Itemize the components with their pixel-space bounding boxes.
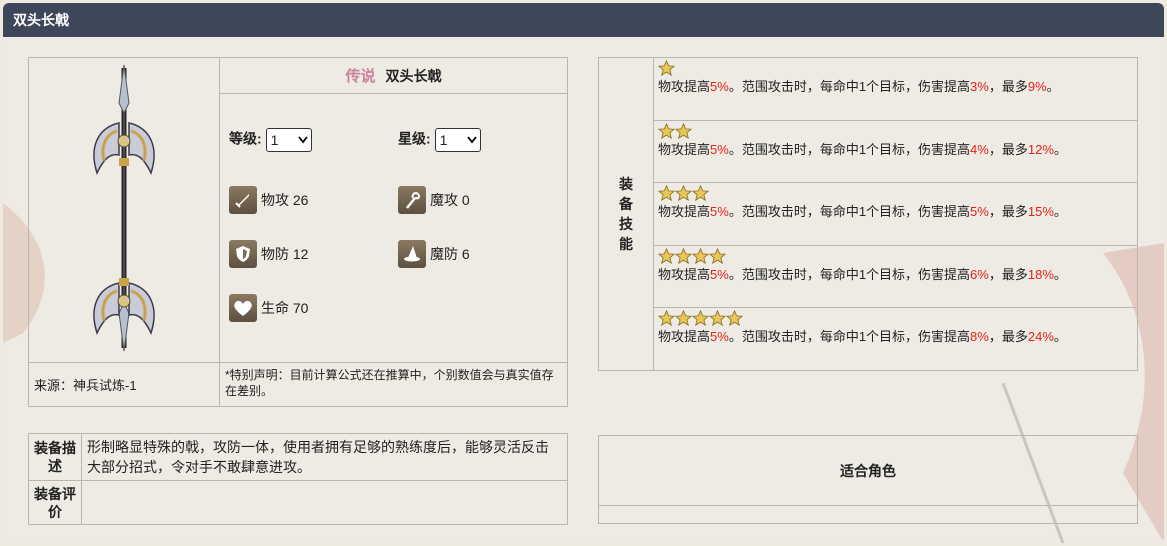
chevron-down-icon xyxy=(466,136,477,144)
skill-level-cell: 物攻提高5%。范围攻击时，每命中1个目标，伤害提高3%，最多9%。 xyxy=(653,57,1138,121)
window-title: 双头长戟 xyxy=(3,3,1164,37)
skill-level-cell: 物攻提高5%。范围攻击时，每命中1个目标，伤害提高5%，最多15%。 xyxy=(653,182,1138,246)
star-icon xyxy=(658,185,675,202)
skill-row: 物攻提高5%。范围攻击时，每命中1个目标，伤害提高8%，最多24%。 xyxy=(599,307,1138,371)
star-icon xyxy=(675,185,692,202)
level-value: 1 xyxy=(270,132,279,149)
skill-stars xyxy=(658,247,1133,266)
skill-row: 物攻提高5%。范围攻击时，每命中1个目标，伤害提高5%，最多15%。 xyxy=(599,182,1138,246)
star-icon xyxy=(675,122,692,139)
rarity-label: 传说 xyxy=(345,67,376,86)
skill-stars xyxy=(658,122,1133,141)
stat-magic-attack: 魔攻 0 xyxy=(398,186,470,215)
star-icon xyxy=(692,185,709,202)
page-frame: 双头长戟 传说 双头长戟 等级: 1 星级: 1 物攻 26 魔攻 0 物防 1… xyxy=(3,3,1164,543)
star-icon xyxy=(692,310,709,327)
skill-row: 物攻提高5%。范围攻击时，每命中1个目标，伤害提高4%，最多12%。 xyxy=(599,119,1138,184)
skill-header-char: 技 xyxy=(619,216,633,232)
skill-row: 物攻提高5%。范围攻击时，每命中1个目标，伤害提高6%，最多18%。 xyxy=(599,244,1138,309)
item-name-cell: 传说 双头长戟 xyxy=(219,56,568,95)
star-select[interactable]: 1 xyxy=(434,128,481,153)
note-line-2: 在差别。 xyxy=(225,383,274,398)
skill-text: 物攻提高5%。范围攻击时，每命中1个目标，伤害提高6%，最多18%。 xyxy=(658,266,1067,282)
star-icon xyxy=(675,247,692,264)
skill-level-cell: 物攻提高5%。范围攻击时，每命中1个目标，伤害提高4%，最多12%。 xyxy=(653,119,1138,184)
equipment-description-table: 装备描 述 形制略显特殊的戟，攻防一体，使用者拥有足够的熟练度后，能够灵活反击大… xyxy=(28,433,568,525)
equipment-skill-table: 装备技能物攻提高5%。范围攻击时，每命中1个目标，伤害提高3%，最多9%。 物攻提… xyxy=(598,57,1138,371)
stat-physical-defense: 物防 12 xyxy=(229,240,308,269)
skill-level-cell: 物攻提高5%。范围攻击时，每命中1个目标，伤害提高8%，最多24%。 xyxy=(653,307,1138,371)
suitable-roles-title: 适合角色 xyxy=(598,435,1138,506)
star-value: 1 xyxy=(439,132,448,149)
stat-hp: 生命 70 xyxy=(229,294,308,323)
star-icon xyxy=(658,122,675,139)
shield-icon xyxy=(229,240,257,269)
skill-text: 物攻提高5%。范围攻击时，每命中1个目标，伤害提高4%，最多12%。 xyxy=(658,141,1067,157)
source-cell: 来源：神兵试炼-1 xyxy=(28,361,220,408)
item-stats-cell: 等级: 1 星级: 1 物攻 26 魔攻 0 物防 12 魔防 6 生命 70 xyxy=(219,93,568,363)
staff-icon xyxy=(398,186,426,215)
skill-header: 装备技能 xyxy=(598,57,654,371)
evaluation-text xyxy=(81,480,568,525)
sword-icon xyxy=(229,186,257,215)
star-icon xyxy=(658,247,675,264)
item-name: 双头长戟 xyxy=(385,68,442,85)
star-icon xyxy=(675,310,692,327)
skill-row: 装备技能物攻提高5%。范围攻击时，每命中1个目标，伤害提高3%，最多9%。 xyxy=(598,57,1138,371)
skill-text: 物攻提高5%。范围攻击时，每命中1个目标，伤害提高5%，最多15%。 xyxy=(658,204,1067,220)
description-text: 形制略显特殊的戟，攻防一体，使用者拥有足够的熟练度后，能够灵活反击大部分招式，令… xyxy=(81,433,568,481)
wizard-hat-icon xyxy=(398,240,426,269)
skill-level-cell: 物攻提高5%。范围攻击时，每命中1个目标，伤害提高6%，最多18%。 xyxy=(653,244,1138,309)
star-control: 星级: 1 xyxy=(398,128,481,153)
star-icon xyxy=(692,247,709,264)
star-icon xyxy=(709,247,726,264)
stat-magic-defense: 魔防 6 xyxy=(398,240,470,269)
chevron-down-icon xyxy=(297,136,308,144)
description-label: 装备描 述 xyxy=(28,433,82,481)
star-icon xyxy=(709,310,726,327)
star-icon xyxy=(658,310,675,327)
skill-text: 物攻提高5%。范围攻击时，每命中1个目标，伤害提高8%，最多24%。 xyxy=(658,329,1067,345)
item-image-cell xyxy=(28,57,220,363)
level-label: 等级: xyxy=(229,130,262,147)
skill-stars xyxy=(658,185,1133,203)
stat-physical-attack: 物攻 26 xyxy=(229,186,308,215)
note-cell: *特别声明：目前计算公式还在推算中，个别数值会与真实值存 在差别。 xyxy=(219,361,568,408)
item-info-table: 传说 双头长戟 等级: 1 星级: 1 物攻 26 魔攻 0 物防 12 魔防 … xyxy=(28,56,568,408)
double-halberd-image xyxy=(93,65,155,352)
heart-icon xyxy=(229,294,257,323)
skill-header-char: 备 xyxy=(619,196,633,212)
skill-text: 物攻提高5%。范围攻击时，每命中1个目标，伤害提高3%，最多9%。 xyxy=(658,79,1060,94)
skill-header-char: 装 xyxy=(619,176,633,192)
level-control: 等级: 1 xyxy=(229,128,312,153)
skill-stars xyxy=(658,310,1133,328)
item-source: 来源：神兵试炼-1 xyxy=(34,377,137,393)
skill-stars xyxy=(658,60,1133,78)
level-select[interactable]: 1 xyxy=(265,128,312,153)
evaluation-label: 装备评 价 xyxy=(28,480,82,525)
star-label: 星级: xyxy=(398,130,431,147)
suitable-roles-list xyxy=(598,505,1138,524)
skill-header-char: 能 xyxy=(619,236,633,252)
note-line-1: *特别声明：目前计算公式还在推算中，个别数值会与真实值存 xyxy=(225,367,554,382)
star-icon xyxy=(726,310,743,327)
star-icon xyxy=(658,60,675,76)
suitable-roles-table: 适合角色 xyxy=(598,435,1138,524)
